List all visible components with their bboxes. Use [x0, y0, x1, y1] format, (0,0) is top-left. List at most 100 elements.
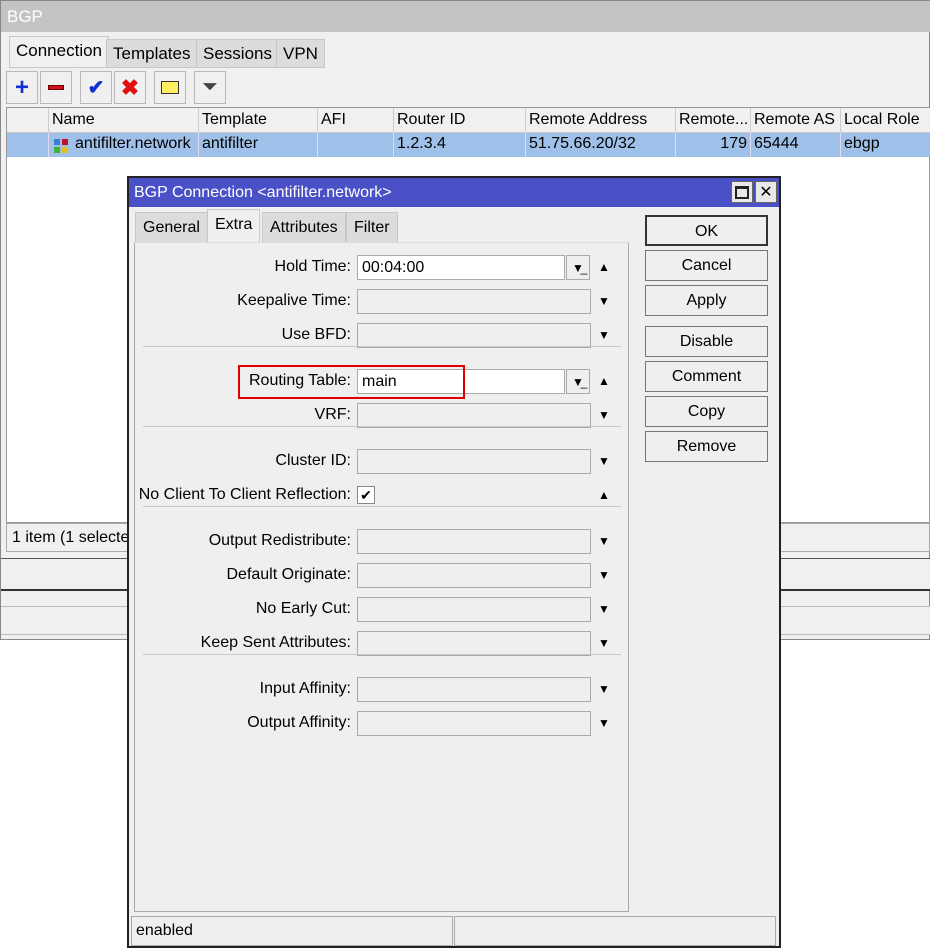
highlight-box [238, 365, 465, 399]
tab-templates[interactable]: Templates [106, 39, 198, 68]
tab-extra[interactable]: Extra [207, 209, 261, 243]
table-cell[interactable]: 65444 [751, 133, 841, 157]
default-originate-label: Default Originate: [226, 566, 351, 583]
cluster-id-label: Cluster ID: [275, 452, 351, 469]
section-divider [143, 346, 621, 347]
default-originate-input[interactable] [357, 563, 591, 588]
disable-button[interactable]: Disable [645, 326, 768, 357]
row-selector[interactable] [7, 133, 49, 157]
table-cell[interactable]: 51.75.66.20/32 [526, 133, 676, 157]
expand-cluster-id-icon[interactable]: ▼ [596, 449, 612, 473]
column-header-remote-[interactable]: Remote... [676, 108, 751, 133]
icon-square [62, 139, 68, 145]
no-early-cut-label: No Early Cut: [255, 600, 351, 617]
collapse-no-client-to-client-reflection-icon[interactable]: ▲ [596, 483, 612, 507]
tab-filter[interactable]: Filter [346, 212, 398, 243]
keepalive-time-input[interactable] [357, 289, 591, 314]
routing-table-dropdown-button[interactable]: ▼̲ [566, 369, 590, 394]
expand-keepalive-time-icon[interactable]: ▼ [596, 289, 612, 313]
table-cell[interactable]: antifilter [199, 133, 318, 157]
disable-button[interactable]: ✖ [114, 71, 146, 104]
dialog-status-extra [454, 916, 776, 946]
extra-panel: Hold Time: 00:04:00 ▼̲ ▲ Keepalive Time: ▼ Use… [134, 242, 629, 912]
expand-use-bfd-icon[interactable]: ▼ [596, 323, 612, 347]
keepalive-time-label: Keepalive Time: [237, 292, 351, 309]
column-header-remote-as[interactable]: Remote AS [751, 108, 841, 133]
use-bfd-label: Use BFD: [281, 326, 351, 343]
remove-button[interactable]: Remove [645, 431, 768, 462]
add-button[interactable]: + [6, 71, 38, 104]
cluster-id-input[interactable] [357, 449, 591, 474]
copy-button[interactable]: Copy [645, 396, 768, 427]
no-early-cut-input[interactable] [357, 597, 591, 622]
expand-input-affinity-icon[interactable]: ▼ [596, 677, 612, 701]
vrf-label: VRF: [314, 406, 351, 423]
expand-vrf-icon[interactable]: ▼ [596, 403, 612, 427]
dropdown-icon: ▼̲ [572, 260, 584, 275]
hold-time-input[interactable]: 00:04:00 [357, 255, 565, 280]
table-cell[interactable]: 179 [676, 133, 751, 157]
cancel-button[interactable]: Cancel [645, 250, 768, 281]
apply-button[interactable]: Apply [645, 285, 768, 316]
window-title: BGP [1, 1, 930, 32]
tab-attributes[interactable]: Attributes [262, 212, 346, 243]
x-icon: ✖ [120, 74, 140, 100]
input-affinity-input[interactable] [357, 677, 591, 702]
vrf-input[interactable] [357, 403, 591, 428]
maximize-icon [735, 185, 749, 199]
column-header-afi[interactable]: AFI [318, 108, 394, 133]
expand-output-affinity-icon[interactable]: ▼ [596, 711, 612, 735]
column-header-name[interactable]: Name [49, 108, 199, 133]
funnel-icon: ⏷ [202, 76, 218, 98]
expand-keep-sent-attributes-icon[interactable]: ▼ [596, 631, 612, 655]
expand-no-early-cut-icon[interactable]: ▼ [596, 597, 612, 621]
use-bfd-input[interactable] [357, 323, 591, 348]
comment-button[interactable]: Comment [645, 361, 768, 392]
dialog-title[interactable]: BGP Connection <antifilter.network> [129, 178, 779, 207]
connection-icon [54, 139, 68, 153]
table-cell[interactable]: antifilter.network [49, 133, 199, 157]
tab-vpn[interactable]: VPN [276, 39, 325, 68]
bgp-connection-dialog: BGP Connection <antifilter.network> ✕ Ge… [127, 176, 781, 948]
section-divider [143, 506, 621, 507]
remove-button[interactable] [40, 71, 72, 104]
table-cell[interactable]: ebgp [841, 133, 930, 157]
hold-time-dropdown-button[interactable]: ▼̲ [566, 255, 590, 280]
close-button[interactable]: ✕ [755, 181, 777, 203]
ok-button[interactable]: OK [645, 215, 768, 246]
section-divider [143, 426, 621, 427]
tab-connection[interactable]: Connection [9, 36, 110, 68]
tab-general[interactable]: General [135, 212, 208, 243]
column-header-template[interactable]: Template [199, 108, 318, 133]
input-affinity-label: Input Affinity: [259, 680, 351, 697]
check-icon: ✔ [87, 77, 105, 99]
icon-square [54, 147, 60, 153]
row-selector-header [7, 108, 49, 133]
tab-sessions[interactable]: Sessions [196, 39, 279, 68]
maximize-button[interactable] [731, 181, 753, 203]
hold-time-label: Hold Time: [274, 258, 351, 275]
enable-button[interactable]: ✔ [80, 71, 112, 104]
table-cell[interactable] [318, 133, 394, 157]
expand-output-redistribute-icon[interactable]: ▼ [596, 529, 612, 553]
dropdown-icon: ▼̲ [572, 374, 584, 389]
table-cell[interactable]: 1.2.3.4 [394, 133, 526, 157]
dialog-status: enabled [131, 916, 453, 946]
collapse-hold-time-icon[interactable]: ▲ [596, 255, 612, 279]
expand-default-originate-icon[interactable]: ▼ [596, 563, 612, 587]
output-redistribute-input[interactable] [357, 529, 591, 554]
note-icon [161, 81, 179, 94]
minus-icon [48, 85, 64, 90]
no-client-to-client-reflection-checkbox[interactable]: ✔ [357, 486, 375, 504]
comment-button[interactable] [154, 71, 186, 104]
section-divider [143, 654, 621, 655]
icon-square [62, 147, 68, 153]
column-header-remote-address[interactable]: Remote Address [526, 108, 676, 133]
column-header-local-role[interactable]: Local Role [841, 108, 930, 133]
column-header-router-id[interactable]: Router ID [394, 108, 526, 133]
keep-sent-attributes-input[interactable] [357, 631, 591, 656]
filter-button[interactable]: ⏷ [194, 71, 226, 104]
collapse-routing-table-icon[interactable]: ▲ [596, 369, 612, 393]
icon-square [54, 139, 60, 145]
output-affinity-input[interactable] [357, 711, 591, 736]
